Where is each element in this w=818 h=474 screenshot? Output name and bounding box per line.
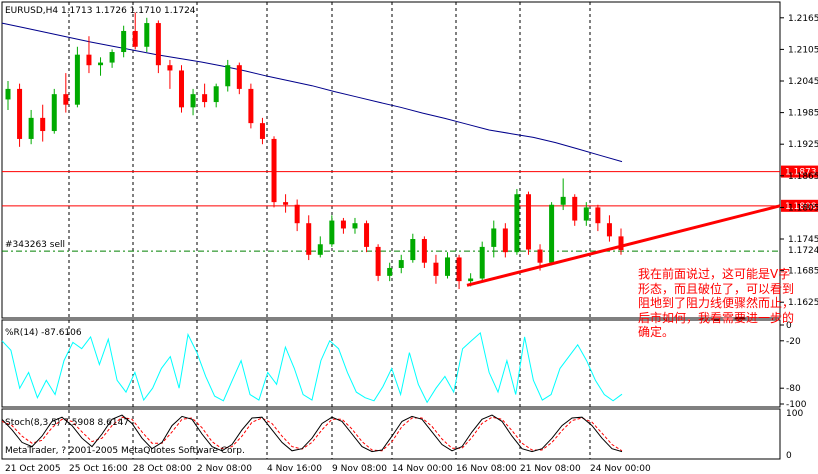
candle-body <box>259 123 265 139</box>
candle-body <box>51 94 57 132</box>
x-tick-label: 16 Nov 08:00 <box>456 464 517 474</box>
candle-body <box>595 207 601 224</box>
candle-body <box>5 88 11 100</box>
candle-body <box>421 239 427 263</box>
x-tick-label: 2 Nov 08:00 <box>197 464 252 474</box>
candle-body <box>572 196 578 221</box>
candle-body <box>433 262 439 276</box>
x-tick-label: 21 Nov 08:00 <box>520 464 581 474</box>
candle-body <box>352 223 358 229</box>
candle-body <box>190 94 196 108</box>
candle-body <box>514 194 520 253</box>
candle-body <box>491 228 497 247</box>
x-tick-label: 28 Oct 08:00 <box>133 464 192 474</box>
wr-tick-label: -80 <box>786 384 801 394</box>
price-tick-label: 1.1865 <box>788 172 818 182</box>
moving-average <box>1 22 623 163</box>
candle-body <box>236 65 242 89</box>
panel-frames <box>1 1 781 460</box>
candle-body <box>98 62 104 66</box>
candle-body <box>132 30 138 47</box>
candle-body <box>375 246 381 276</box>
x-tick-label: 21 Oct 2005 <box>5 464 61 474</box>
candle-body <box>317 244 323 255</box>
candle-body <box>410 239 416 261</box>
candle-body <box>525 194 531 250</box>
candle-body <box>560 196 566 205</box>
candle-body <box>178 70 184 108</box>
stoch-tick-label: 100 <box>786 409 803 419</box>
candle-body <box>155 23 161 66</box>
price-tick-label: 1.2165 <box>788 14 818 24</box>
current-price-label: 1.1724 <box>788 246 818 256</box>
candle-body <box>329 220 335 245</box>
moving-average-line <box>1 22 623 163</box>
candle-body <box>387 267 393 276</box>
candle-body <box>549 204 555 263</box>
candle-body <box>294 204 300 224</box>
candle-body <box>40 117 46 132</box>
candle-body <box>271 138 277 203</box>
price-tick-label: 1.1985 <box>788 109 818 119</box>
price-tick-label: 1.1925 <box>788 140 818 150</box>
order-line-label: #343263 sell <box>5 240 65 250</box>
candle-body <box>167 65 173 71</box>
candle-body <box>468 278 474 282</box>
williams-r-line <box>1 331 623 404</box>
candle-body <box>63 94 69 105</box>
candle-body <box>364 223 370 247</box>
williams-r-label: %R(14) -87.6106 <box>5 328 82 338</box>
chart-canvas: 1.18731.1808#343263 sell1.1724 0-20-80-1… <box>1 1 818 474</box>
candle-body <box>109 52 115 63</box>
x-tick-label: 4 Nov 16:00 <box>267 464 322 474</box>
candle-body <box>502 228 508 253</box>
x-tick-label: 24 Nov 00:00 <box>590 464 651 474</box>
x-tick-label: 25 Oct 16:00 <box>69 464 128 474</box>
x-tick-label: 14 Nov 00:00 <box>392 464 453 474</box>
copyright-text: MetaTrader, ? 2001-2005 MetaQuotes Softw… <box>5 446 245 456</box>
candle-body <box>537 249 543 263</box>
chart-header: EURUSD,H4 1.1713 1.1726 1.1710 1.1724 <box>5 6 196 16</box>
price-tick-label: 1.1745 <box>788 235 818 245</box>
candle-body <box>306 223 312 255</box>
candle-body <box>445 257 451 276</box>
candle-body <box>17 88 23 139</box>
candle-body <box>398 260 404 268</box>
x-tick-label: 9 Nov 08:00 <box>332 464 387 474</box>
candle-body <box>340 220 346 229</box>
candle-body <box>213 86 219 103</box>
stochastic-label: Stoch(8,3,5) 7.5908 8.6147 <box>5 418 129 428</box>
stoch-tick-label: 0 <box>786 451 792 461</box>
annotation-note: 我在前面说过，这可能是V字形态，而且破位了，可以看到阻地到了阻力线便骤然而止，后… <box>638 267 795 340</box>
candle-body <box>144 23 150 47</box>
candlestick-series <box>5 12 624 290</box>
price-tick-label: 1.2105 <box>788 45 818 55</box>
candle-body <box>456 257 462 282</box>
price-tick-label: 1.2045 <box>788 77 818 87</box>
candle-body <box>283 202 289 205</box>
candle-body <box>28 117 34 139</box>
candle-body <box>86 54 92 66</box>
candle-body <box>479 246 485 279</box>
candle-body <box>202 94 208 103</box>
price-horizontal-lines: 1.18731.1808#343263 sell1.1724 <box>2 165 818 257</box>
candle-body <box>121 30 127 53</box>
candle-body <box>225 65 231 87</box>
candle-body <box>606 223 612 237</box>
candle-body <box>248 88 254 124</box>
candle-body <box>74 54 80 105</box>
candle-body <box>583 207 589 221</box>
price-tick-label: 1.1805 <box>788 203 818 213</box>
